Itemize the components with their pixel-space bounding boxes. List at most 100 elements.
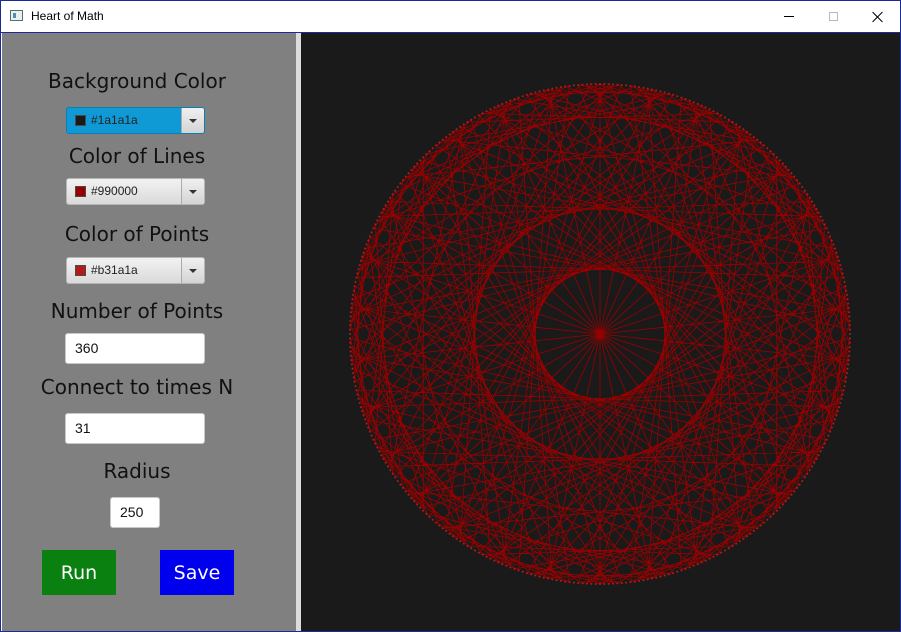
circle-point <box>462 123 465 126</box>
circle-point <box>349 333 351 335</box>
circle-point <box>448 532 451 535</box>
circle-point <box>497 104 500 107</box>
close-button[interactable] <box>855 1 901 32</box>
minimize-button[interactable] <box>766 1 812 32</box>
circle-point <box>530 573 533 576</box>
circle-point <box>368 430 371 433</box>
circle-point <box>819 215 822 218</box>
circle-point <box>825 438 828 441</box>
circle-point <box>354 384 357 387</box>
circle-point <box>402 179 404 182</box>
circle-point <box>384 204 387 207</box>
circle-point <box>796 179 798 182</box>
circle-point <box>848 319 851 322</box>
circle-point <box>778 506 781 509</box>
circle-point <box>530 92 533 95</box>
circle-point <box>696 563 699 566</box>
circle-point <box>704 106 707 109</box>
chevron-down-icon[interactable] <box>181 258 204 283</box>
circle-point <box>680 96 683 99</box>
point-color-label: Color of Points <box>64 222 210 246</box>
circle-point <box>521 570 524 573</box>
circle-point <box>425 153 428 156</box>
circle-point <box>838 406 841 409</box>
circle-point <box>350 306 353 309</box>
circle-point <box>684 98 687 101</box>
circle-point <box>633 85 636 88</box>
line-color-picker[interactable]: #990000 <box>66 178 205 205</box>
number-of-points-input[interactable]: 360 <box>65 333 205 364</box>
circle-point <box>845 289 848 292</box>
circle-point <box>825 227 828 230</box>
circle-point <box>362 251 365 254</box>
circle-point <box>359 259 362 262</box>
circle-point <box>356 272 359 275</box>
circle-point <box>650 88 653 91</box>
circle-point <box>806 193 809 196</box>
background-color-picker[interactable]: #1a1a1a <box>66 107 205 134</box>
circle-point <box>845 293 848 296</box>
circle-point <box>521 95 524 98</box>
circle-point <box>349 324 352 327</box>
circle-point <box>716 112 719 115</box>
circle-point <box>386 465 389 468</box>
chevron-down-icon[interactable] <box>181 179 204 204</box>
circle-point <box>793 490 796 493</box>
circle-point <box>358 401 361 404</box>
circle-point <box>835 414 838 417</box>
circle-point <box>407 172 410 175</box>
circle-point <box>806 472 809 475</box>
circle-point <box>441 138 444 141</box>
circle-point <box>380 454 383 457</box>
circle-point <box>680 569 683 572</box>
circle-point <box>349 311 352 314</box>
circle-point <box>848 350 851 353</box>
circle-point <box>845 372 848 375</box>
circle-point <box>349 337 352 340</box>
circle-point <box>474 549 476 552</box>
circle-point <box>716 553 719 556</box>
circle-point <box>692 564 695 567</box>
circle-point <box>827 434 830 437</box>
circle-point <box>798 483 801 486</box>
multiplier-input[interactable]: 31 <box>65 413 205 444</box>
circle-point <box>466 120 469 123</box>
circle-point <box>667 573 670 576</box>
circle-point <box>629 84 632 87</box>
circle-point <box>396 186 399 189</box>
point-color-picker[interactable]: #b31a1a <box>66 257 205 284</box>
circle-point <box>525 572 528 575</box>
circle-point <box>848 311 851 314</box>
circle-point <box>354 281 357 284</box>
circle-point <box>815 458 818 460</box>
circle-point <box>841 393 844 396</box>
run-button[interactable]: Run <box>42 550 116 595</box>
circle-point <box>813 204 816 207</box>
circle-point <box>367 426 370 429</box>
save-button[interactable]: Save <box>160 550 234 595</box>
circle-point <box>599 83 601 85</box>
chevron-down-icon[interactable] <box>181 108 204 133</box>
circle-point <box>616 83 619 86</box>
circle-point <box>349 328 352 331</box>
circle-point <box>438 524 441 527</box>
circle-point <box>817 211 820 214</box>
circle-point <box>559 86 562 89</box>
circle-point <box>382 458 385 460</box>
drawing-canvas-area <box>301 33 900 631</box>
circle-point <box>803 476 806 479</box>
app-window-icon <box>10 10 23 21</box>
radius-input[interactable]: 250 <box>110 497 160 528</box>
circle-point <box>568 84 571 87</box>
maximize-button[interactable] <box>810 1 856 32</box>
title-bar: Heart of Math <box>1 1 900 33</box>
circle-point <box>749 532 752 535</box>
circle-point <box>821 446 824 449</box>
circle-point <box>672 93 675 96</box>
circle-point <box>355 276 358 279</box>
circle-point <box>808 196 811 199</box>
circle-point <box>358 264 361 267</box>
circle-point <box>811 465 814 468</box>
circle-point <box>485 110 488 113</box>
circle-point <box>362 414 365 417</box>
